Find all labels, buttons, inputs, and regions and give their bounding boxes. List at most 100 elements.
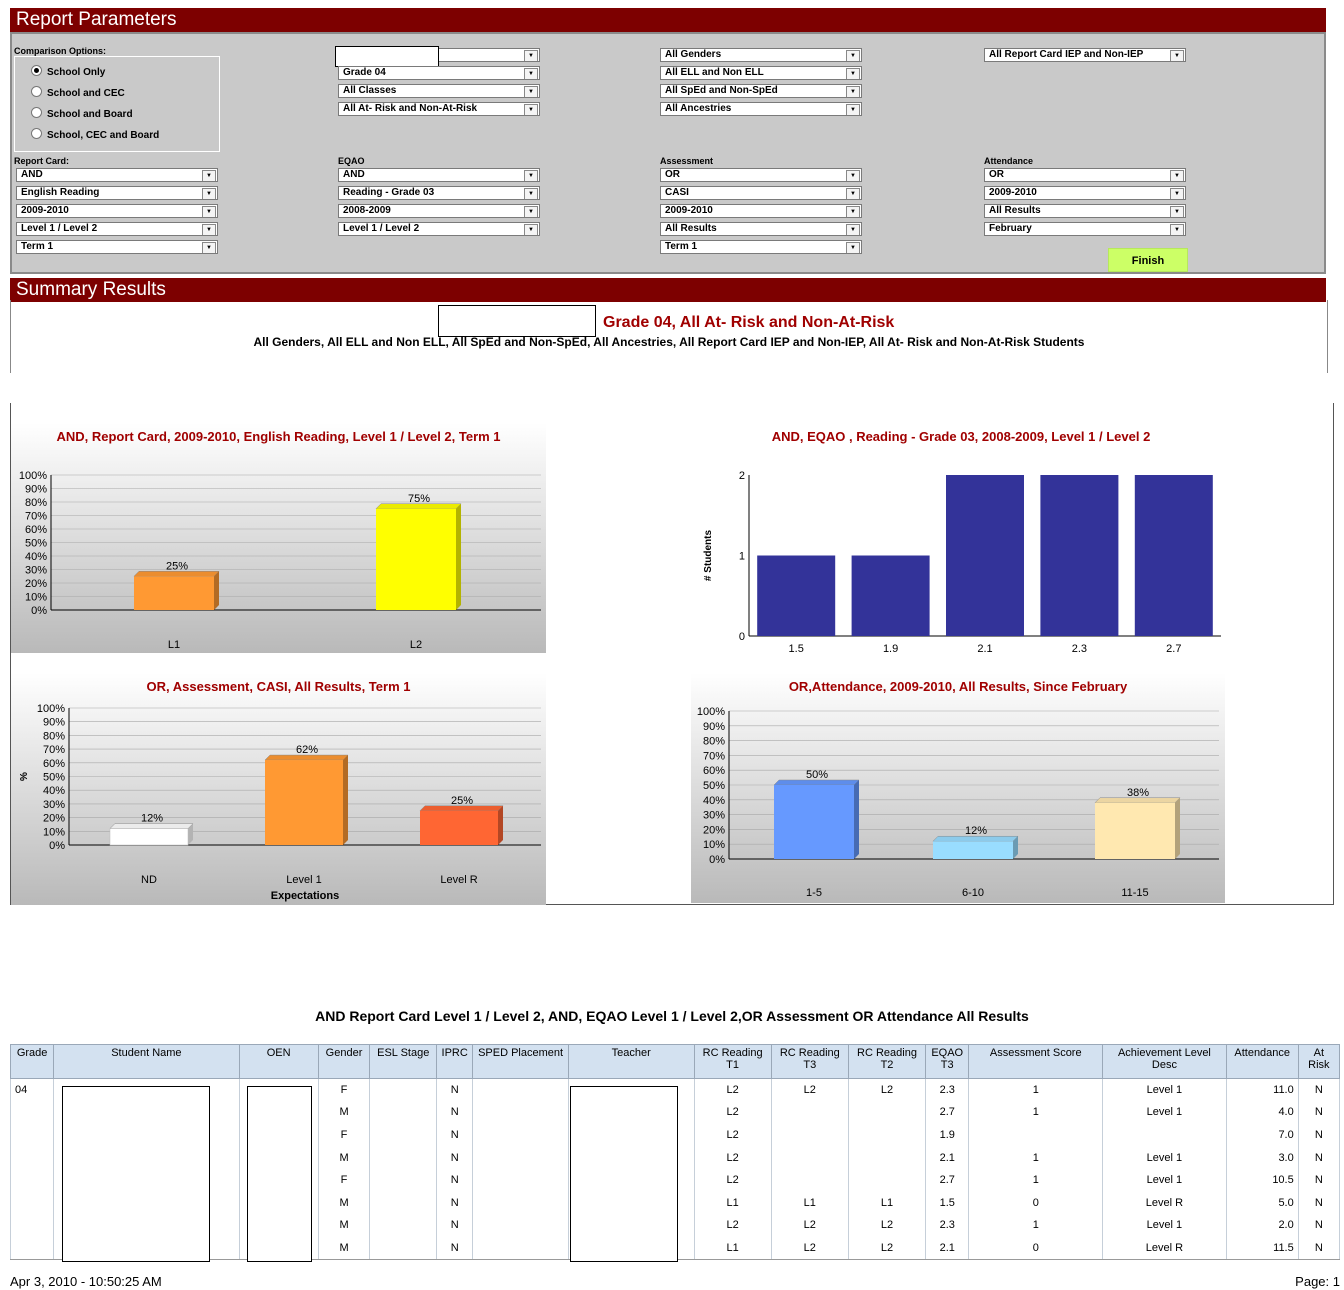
table-cell: Level 1 (1102, 1078, 1227, 1102)
assessment-results-select[interactable]: All Results ▼ (660, 222, 862, 236)
grade-select[interactable]: Grade 04 ▼ (338, 66, 540, 80)
sped-select[interactable]: All SpEd and Non-SpEd ▼ (660, 84, 862, 98)
data-label: 25% (166, 560, 188, 572)
table-cell: N (436, 1123, 474, 1147)
table-cell: M (317, 1214, 371, 1237)
table-cell: 2.1 (925, 1146, 970, 1169)
table-cell (770, 1168, 849, 1192)
y-tick-label: 0% (31, 605, 47, 617)
table-cell: N (1297, 1168, 1341, 1192)
eqao-year-select[interactable]: 2008-2009 ▼ (338, 204, 540, 218)
x-tick-label: 6-10 (962, 887, 984, 899)
table-cell: Level 1 (1102, 1168, 1227, 1192)
y-tick-label: 100% (19, 470, 47, 482)
column-header: Teacher (567, 1044, 695, 1079)
iep-select[interactable]: All Report Card IEP and Non-IEP ▼ (984, 48, 1186, 62)
ancestry-select[interactable]: All Ancestries ▼ (660, 102, 862, 116)
y-tick-label: 100% (37, 703, 65, 715)
footer-timestamp: Apr 3, 2010 - 10:50:25 AM (10, 1274, 162, 1289)
rc-level-select[interactable]: Level 1 / Level 2 ▼ (16, 222, 218, 236)
assessment-chart: OR, Assessment, CASI, All Results, Term … (11, 673, 546, 905)
table-cell: Level R (1102, 1236, 1227, 1260)
eqao-test-select[interactable]: Reading - Grade 03 ▼ (338, 186, 540, 200)
rc-subject-select[interactable]: English Reading ▼ (16, 186, 218, 200)
table-cell: 2.7 (925, 1101, 970, 1124)
table-cell (9, 1236, 55, 1260)
radio-school-cec-board[interactable]: School, CEC and Board (31, 128, 159, 141)
summary-subtitle: All Genders, All ELL and Non ELL, All Sp… (253, 335, 1085, 349)
eqao-operator-select[interactable]: AND ▼ (338, 168, 540, 182)
table-cell (770, 1146, 849, 1169)
class-select[interactable]: All Classes ▼ (338, 84, 540, 98)
chevron-down-icon: ▼ (846, 224, 860, 235)
table-cell: 2.3 (925, 1078, 970, 1102)
chevron-down-icon: ▼ (202, 224, 216, 235)
x-tick-label: 1-5 (806, 887, 822, 899)
chevron-down-icon: ▼ (1170, 206, 1184, 217)
y-tick-label: 20% (25, 578, 47, 590)
chevron-down-icon: ▼ (846, 50, 860, 61)
table-cell: L2 (847, 1078, 927, 1102)
table-cell: L1 (693, 1191, 772, 1215)
y-tick-label: 0% (709, 854, 725, 866)
table-cell (9, 1168, 55, 1192)
chevron-down-icon: ▼ (1170, 50, 1184, 61)
x-tick-label: L2 (410, 639, 422, 651)
assessment-year-select[interactable]: 2009-2010 ▼ (660, 204, 862, 218)
chart-background (11, 423, 546, 653)
attendance-month-select[interactable]: February ▼ (984, 222, 1186, 236)
x-tick-label: 2.7 (1166, 643, 1181, 653)
data-label: 12% (965, 825, 987, 837)
y-tick-label: 10% (43, 826, 65, 838)
y-tick-label: 80% (25, 497, 47, 509)
attendance-results-select[interactable]: All Results ▼ (984, 204, 1186, 218)
table-cell (968, 1123, 1104, 1147)
y-tick-label: 0% (49, 840, 65, 852)
chevron-down-icon: ▼ (524, 188, 538, 199)
assessment-term-select[interactable]: Term 1 ▼ (660, 240, 862, 254)
attendance-year-select[interactable]: 2009-2010 ▼ (984, 186, 1186, 200)
y-tick-label: 100% (697, 706, 725, 718)
attendance-operator-select[interactable]: OR ▼ (984, 168, 1186, 182)
rc-term-select[interactable]: Term 1 ▼ (16, 240, 218, 254)
finish-button[interactable]: Finish (1108, 248, 1188, 272)
eqao-level-select[interactable]: Level 1 / Level 2 ▼ (338, 222, 540, 236)
x-tick-label: 2.1 (977, 643, 992, 653)
bar (134, 576, 214, 610)
bar (933, 841, 1013, 859)
chevron-down-icon: ▼ (524, 224, 538, 235)
summary-title: Grade 04, All At- Risk and Non-At-Risk (603, 314, 895, 331)
table-cell (472, 1191, 569, 1215)
column-header: Student Name (53, 1044, 240, 1079)
table-cell: M (317, 1236, 371, 1260)
rc-year-select[interactable]: 2009-2010 ▼ (16, 204, 218, 218)
radio-icon (31, 86, 42, 97)
gender-select[interactable]: All Genders ▼ (660, 48, 862, 62)
table-cell: Level 1 (1102, 1214, 1227, 1237)
radio-school-only[interactable]: School Only (31, 65, 105, 78)
y-tick-label: 1 (739, 551, 745, 563)
chevron-down-icon: ▼ (1170, 188, 1184, 199)
column-header: RC Reading T1 (693, 1044, 772, 1079)
rc-operator-select[interactable]: AND ▼ (16, 168, 218, 182)
bar-side (214, 571, 219, 610)
ell-select[interactable]: All ELL and Non ELL ▼ (660, 66, 862, 80)
column-header: RC Reading T2 (847, 1044, 927, 1079)
column-header: ESL Stage (369, 1044, 438, 1079)
at-risk-select[interactable]: All At- Risk and Non-At-Risk ▼ (338, 102, 540, 116)
assessment-operator-select[interactable]: OR ▼ (660, 168, 862, 182)
table-cell: L2 (693, 1078, 772, 1102)
parameters-panel: Comparison Options: School Only School a… (10, 32, 1326, 274)
radio-school-board[interactable]: School and Board (31, 107, 133, 120)
footer-page-number: Page: 1 (1295, 1274, 1340, 1289)
table-cell: 0 (968, 1191, 1104, 1215)
x-tick-label: 1.5 (789, 643, 804, 653)
table-cell: M (317, 1101, 371, 1124)
table-cell (847, 1168, 927, 1192)
redacted-school-name (335, 46, 439, 67)
table-title: AND Report Card Level 1 / Level 2, AND, … (315, 1008, 1029, 1024)
radio-school-cec[interactable]: School and CEC (31, 86, 125, 99)
assessment-type-select[interactable]: CASI ▼ (660, 186, 862, 200)
comparison-options-group: School Only School and CEC School and Bo… (14, 56, 220, 152)
table-cell: N (436, 1214, 474, 1237)
